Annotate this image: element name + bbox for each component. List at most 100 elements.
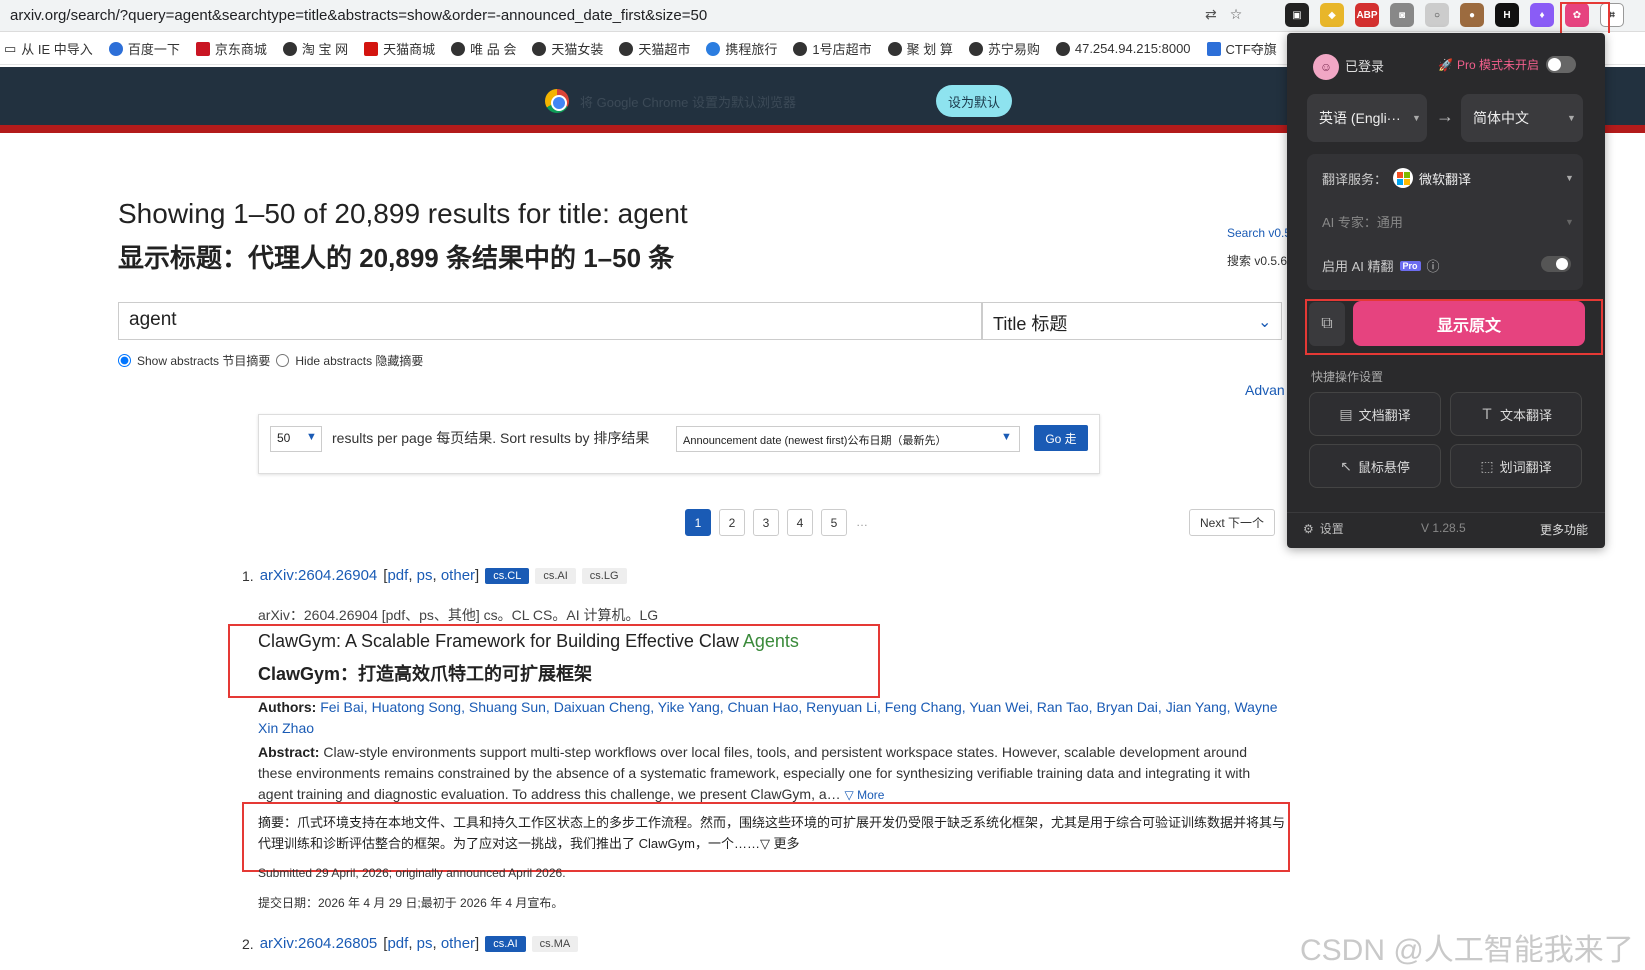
show-original-button[interactable]: 显示原文: [1353, 301, 1585, 346]
category-tag-primary[interactable]: cs.AI: [485, 935, 526, 952]
chevron-down-icon: ▼: [306, 431, 317, 443]
ai-refine-toggle[interactable]: [1541, 256, 1571, 272]
other-link[interactable]: other: [441, 935, 475, 952]
bookmark-star-icon[interactable]: ☆: [1230, 6, 1243, 23]
bookmark-item[interactable]: CTF夺旗: [1206, 39, 1277, 58]
image-translate-icon[interactable]: ⧉: [1309, 302, 1345, 346]
bookmark-item[interactable]: 唯 品 会: [451, 39, 516, 58]
arrow-right-icon: →: [1436, 106, 1454, 126]
target-language-select[interactable]: 简体中文: [1461, 94, 1583, 142]
bookmark-item[interactable]: 淘 宝 网: [282, 39, 348, 58]
bookmark-item[interactable]: 天猫超市: [619, 39, 690, 58]
chevron-down-icon: ▼: [1001, 431, 1012, 443]
bookmark-item[interactable]: 1号店超市: [793, 39, 872, 58]
bookmark-item[interactable]: 天猫女装: [532, 39, 603, 58]
bookmark-item[interactable]: 苏宁易购: [968, 39, 1040, 58]
bookmark-item[interactable]: 携程旅行: [706, 39, 777, 58]
popup-divider: [1287, 512, 1605, 513]
h-extension-icon[interactable]: H: [1495, 3, 1519, 27]
text-translate-button[interactable]: Ｔ 文本翻译: [1450, 392, 1582, 436]
bookmark-item[interactable]: 京东商城: [195, 39, 267, 58]
more-link[interactable]: ▽ More: [845, 788, 885, 802]
cookie-icon[interactable]: ●: [1460, 3, 1484, 27]
set-default-button[interactable]: 设为默认: [936, 85, 1012, 117]
bookmark-item[interactable]: 天猫商城: [364, 39, 435, 58]
results-per-page-label: results per page 每页结果. Sort results by 排…: [332, 430, 650, 446]
caret-down-icon: ▼: [1567, 113, 1576, 123]
search-field-select[interactable]: Title 标题: [982, 302, 1282, 340]
result-1-id-translation: arXiv：2604.26904 [pdf、ps、其他] cs。CL CS。AI…: [258, 607, 659, 623]
abstract-highlight-box: [242, 802, 1290, 872]
search-input[interactable]: agent: [118, 302, 982, 340]
category-tag[interactable]: cs.LG: [581, 567, 627, 584]
source-language-select[interactable]: 英语 (Engli···: [1307, 94, 1427, 142]
settings-button[interactable]: ⚙ 设置: [1303, 520, 1344, 537]
format-links: [pdf, ps, other]: [383, 935, 480, 952]
mouse-hover-button[interactable]: ↖ 鼠标悬停: [1309, 444, 1441, 488]
search-version-link[interactable]: Search v0.5: [1227, 226, 1291, 240]
cursor-icon: ↖: [1340, 457, 1352, 474]
title-highlight-box: [228, 624, 880, 698]
login-status: 已登录: [1345, 59, 1385, 74]
selection-translate-button[interactable]: ⬚ 划词翻译: [1450, 444, 1582, 488]
category-tag[interactable]: cs.MA: [531, 935, 579, 952]
url-input[interactable]: arxiv.org/search/?query=agent&searchtype…: [10, 7, 707, 24]
pro-badge: Pro: [1399, 260, 1421, 271]
go-button[interactable]: Go 走: [1034, 425, 1088, 451]
gear-icon: ⚙: [1303, 521, 1314, 536]
arxiv-id-link[interactable]: arXiv:2604.26805: [260, 935, 378, 952]
folder-icon: ▭: [4, 40, 17, 56]
next-page-button[interactable]: Next 下一个: [1189, 509, 1275, 536]
version-label: V 1.28.5: [1421, 521, 1466, 535]
category-tag-primary[interactable]: cs.CL: [485, 567, 530, 584]
result-1-authors: Authors: Fei Bai, Huatong Song, Shuang S…: [258, 699, 1278, 736]
user-avatar[interactable]: ☺: [1313, 54, 1339, 80]
help-icon[interactable]: ⓘ: [1427, 256, 1440, 275]
result-number: 2.: [242, 935, 254, 952]
document-translate-button[interactable]: ▤ 文档翻译: [1309, 392, 1441, 436]
hide-abstracts-radio[interactable]: [276, 354, 290, 367]
pdf-link[interactable]: pdf: [387, 567, 408, 584]
jd-icon: [195, 41, 210, 56]
tmall-icon: [364, 41, 379, 56]
result-1-submitted-translation: 提交日期：2026 年 4 月 29 日;最初于 2026 年 4 月宣布。: [258, 896, 564, 910]
page-5-button[interactable]: 5: [821, 509, 847, 536]
page-2-button[interactable]: 2: [719, 509, 745, 536]
globe-icon: [1055, 41, 1070, 56]
bookmark-item[interactable]: ▭ 从 IE 中导入: [4, 39, 93, 58]
page-1-button[interactable]: 1: [685, 509, 711, 536]
extension-icon-8[interactable]: ♦: [1530, 3, 1554, 27]
translation-service-select[interactable]: 翻译服务： 微软翻译: [1322, 168, 1471, 188]
ps-link[interactable]: ps: [417, 935, 433, 952]
ai-expert-select[interactable]: AI 专家：通用: [1322, 212, 1403, 231]
page-3-button[interactable]: 3: [753, 509, 779, 536]
page-4-button[interactable]: 4: [787, 509, 813, 536]
bookmark-item[interactable]: 47.254.94.215:8000: [1055, 41, 1191, 56]
microsoft-logo-icon: [1393, 168, 1414, 188]
category-tag[interactable]: cs.AI: [535, 567, 576, 584]
adblock-icon[interactable]: ABP: [1355, 3, 1379, 27]
search-version-translation: 搜索 v0.5.6: [1227, 254, 1288, 268]
translate-page-icon[interactable]: ⇄: [1205, 6, 1217, 23]
more-features-link[interactable]: 更多功能: [1540, 521, 1588, 538]
sort-order-select[interactable]: Announcement date (newest first)公布日期（最新先…: [676, 426, 1020, 452]
bookmark-item[interactable]: 聚 划 算: [887, 39, 953, 58]
other-link[interactable]: other: [441, 567, 475, 584]
advanced-search-link[interactable]: Advan: [1245, 382, 1285, 398]
author-links[interactable]: Fei Bai, Huatong Song, Shuang Sun, Daixu…: [258, 699, 1278, 736]
pdf-link[interactable]: pdf: [387, 935, 408, 952]
arxiv-id-link[interactable]: arXiv:2604.26904: [260, 567, 378, 584]
extension-icon-1[interactable]: ▣: [1285, 3, 1309, 27]
extension-highlight-box: [1560, 2, 1610, 36]
chat-icon[interactable]: ○: [1425, 3, 1449, 27]
ps-link[interactable]: ps: [417, 567, 433, 584]
chevron-down-icon: ⌄: [1258, 314, 1272, 331]
globe-icon: [532, 41, 547, 56]
show-abstracts-radio[interactable]: [118, 354, 131, 367]
pagination-ellipsis: …: [856, 515, 868, 529]
bookmark-item[interactable]: 百度一下: [108, 39, 180, 58]
pro-mode-toggle[interactable]: [1546, 56, 1576, 73]
results-heading: Showing 1–50 of 20,899 results for title…: [118, 198, 688, 229]
extension-icon-4[interactable]: ◙: [1390, 3, 1414, 27]
extension-icon-2[interactable]: ◆: [1320, 3, 1344, 27]
